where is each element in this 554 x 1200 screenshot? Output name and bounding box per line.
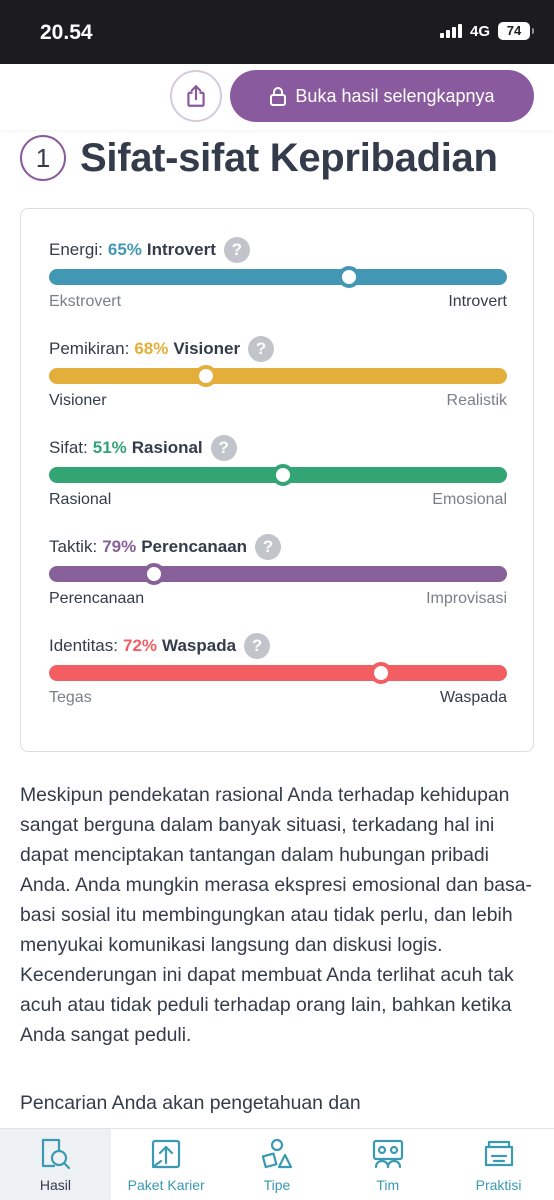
trait-nature: Sifat: 51% Rasional ? Rasional Emosional xyxy=(49,435,507,509)
share-icon xyxy=(187,85,205,107)
nav-item-hasil[interactable]: Hasil xyxy=(0,1129,111,1200)
trait-knob xyxy=(337,266,360,288)
battery-icon: 74 xyxy=(498,22,534,40)
nav-item-tim[interactable]: Tim xyxy=(332,1129,443,1200)
trait-right-label: Improvisasi xyxy=(426,590,507,607)
nav-label: Hasil xyxy=(39,1177,71,1193)
trait-bar xyxy=(49,464,507,486)
signal-icon xyxy=(439,24,462,38)
lock-icon xyxy=(270,87,287,106)
trait-bar xyxy=(49,365,507,387)
trait-knob xyxy=(195,365,218,387)
career-upload-icon xyxy=(152,1139,181,1169)
help-icon[interactable]: ? xyxy=(223,237,250,263)
section-header: 1 Sifat-sifat Kepribadian xyxy=(20,135,498,181)
trait-knob xyxy=(143,563,166,585)
trait-right-label: Waspada xyxy=(440,689,507,706)
trait-knob xyxy=(370,662,393,684)
description-paragraph: Meskipun pendekatan rasional Anda terhad… xyxy=(20,784,532,1046)
nav-label: Praktisi xyxy=(475,1177,522,1193)
description-paragraph: Pencarian Anda akan pengetahuan dan xyxy=(20,1092,361,1114)
trait-left-label: Perencanaan xyxy=(49,590,145,607)
trait-left-label: Visioner xyxy=(49,392,107,409)
folder-icon xyxy=(484,1140,513,1167)
trait-identity: Identitas: 72% Waspada ? Tegas Waspada xyxy=(49,633,507,707)
bottom-nav: Hasil Paket Karier Tipe Tim Praktisi xyxy=(0,1128,554,1200)
trait-right-label: Realistik xyxy=(446,392,507,409)
trait-name: Visioner xyxy=(173,339,241,358)
help-icon[interactable]: ? xyxy=(210,435,237,461)
trait-name: Waspada xyxy=(162,636,237,655)
nav-item-paket-karier[interactable]: Paket Karier xyxy=(111,1129,222,1200)
trait-bar xyxy=(49,563,507,585)
section-title: Sifat-sifat Kepribadian xyxy=(80,135,498,180)
trait-percent: 68% xyxy=(134,339,169,358)
help-icon[interactable]: ? xyxy=(255,534,282,560)
network-type: 4G xyxy=(469,22,490,40)
team-icon xyxy=(372,1139,403,1169)
traits-card: Energi: 65% Introvert ? Ekstrovert Intro… xyxy=(20,208,534,752)
trait-knob xyxy=(271,464,294,486)
unlock-full-results-button[interactable]: Buka hasil selengkapnya xyxy=(230,70,534,122)
trait-tactics: Taktik: 79% Perencanaan ? Perencanaan Im… xyxy=(49,534,507,608)
trait-right-label: Emosional xyxy=(432,491,507,508)
trait-percent: 51% xyxy=(92,438,127,457)
trait-name: Introvert xyxy=(146,240,216,259)
trait-label: Sifat: xyxy=(49,438,88,457)
trait-mind: Pemikiran: 68% Visioner ? Visioner Reali… xyxy=(49,336,507,410)
help-icon[interactable]: ? xyxy=(244,633,271,659)
status-indicators: 4G 74 xyxy=(439,22,534,40)
nav-label: Paket Karier xyxy=(127,1177,205,1193)
trait-label: Pemikiran: xyxy=(49,339,130,358)
nav-item-praktisi[interactable]: Praktisi xyxy=(443,1129,554,1200)
nav-label: Tim xyxy=(376,1177,400,1193)
shapes-icon xyxy=(261,1138,293,1169)
trait-energy: Energi: 65% Introvert ? Ekstrovert Intro… xyxy=(49,237,507,311)
unlock-label: Buka hasil selengkapnya xyxy=(295,85,495,106)
trait-right-label: Introvert xyxy=(448,293,507,310)
trait-bar xyxy=(49,266,507,288)
status-bar: 20.54 4G 74 xyxy=(0,0,554,64)
trait-name: Perencanaan xyxy=(141,537,248,556)
search-doc-icon xyxy=(42,1138,71,1170)
top-action-bar: Buka hasil selengkapnya xyxy=(0,64,554,130)
trait-name: Rasional xyxy=(131,438,203,457)
trait-left-label: Rasional xyxy=(49,491,112,508)
section-number: 1 xyxy=(20,135,66,181)
trait-percent: 65% xyxy=(107,240,142,259)
trait-percent: 79% xyxy=(102,537,137,556)
trait-left-label: Tegas xyxy=(49,689,92,706)
trait-left-label: Ekstrovert xyxy=(49,293,122,310)
nav-label: Tipe xyxy=(263,1177,291,1193)
trait-label: Taktik: xyxy=(49,537,98,556)
share-button[interactable] xyxy=(170,70,222,122)
nav-item-tipe[interactable]: Tipe xyxy=(222,1129,333,1200)
help-icon[interactable]: ? xyxy=(248,336,275,362)
trait-percent: 72% xyxy=(123,636,158,655)
trait-label: Energi: xyxy=(49,240,103,259)
trait-bar xyxy=(49,662,507,684)
status-time: 20.54 xyxy=(40,21,93,44)
trait-label: Identitas: xyxy=(49,636,118,655)
